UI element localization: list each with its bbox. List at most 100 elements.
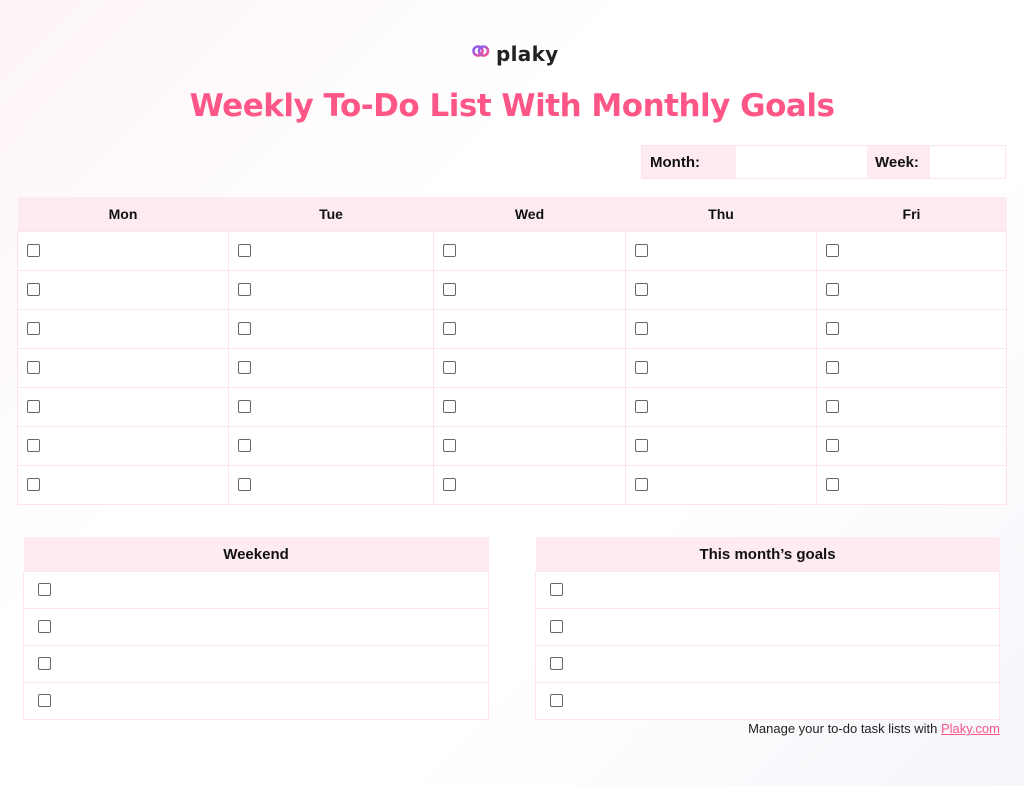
task-cell-tue[interactable] [228, 387, 434, 427]
goal-cell[interactable] [535, 571, 1000, 609]
week-field[interactable] [930, 146, 1005, 178]
month-field[interactable] [736, 146, 867, 178]
task-cell-fri[interactable] [816, 231, 1007, 271]
checkbox[interactable] [550, 620, 563, 634]
task-cell-thu[interactable] [625, 465, 817, 505]
task-cell-thu[interactable] [625, 387, 817, 427]
page-title: Weekly To-Do List With Monthly Goals [189, 88, 835, 124]
checkbox[interactable] [550, 657, 563, 671]
checkbox[interactable] [443, 400, 456, 414]
weekend-task-cell[interactable] [23, 608, 489, 646]
task-cell-fri[interactable] [816, 270, 1007, 310]
checkbox[interactable] [238, 439, 251, 453]
task-cell-fri[interactable] [816, 426, 1007, 466]
checkbox[interactable] [550, 694, 563, 708]
task-cell-thu[interactable] [625, 426, 817, 466]
checkbox[interactable] [27, 283, 40, 297]
checkbox[interactable] [27, 478, 40, 492]
task-cell-mon[interactable] [17, 387, 229, 427]
task-cell-wed[interactable] [433, 231, 626, 271]
task-cell-tue[interactable] [228, 309, 434, 349]
task-cell-fri[interactable] [816, 348, 1007, 388]
checkbox[interactable] [826, 439, 839, 453]
checkbox[interactable] [443, 244, 456, 258]
checkbox[interactable] [635, 244, 648, 258]
footer-text: Manage your to-do task lists with [748, 721, 941, 736]
checkbox[interactable] [826, 400, 839, 414]
task-cell-tue[interactable] [228, 465, 434, 505]
checkbox[interactable] [238, 244, 251, 258]
goal-cell[interactable] [535, 608, 1000, 646]
task-cell-wed[interactable] [433, 465, 626, 505]
task-cell-wed[interactable] [433, 309, 626, 349]
weekend-header: Weekend [23, 537, 489, 572]
checkbox[interactable] [443, 283, 456, 297]
week-label: Week: [867, 146, 930, 178]
checkbox[interactable] [443, 478, 456, 492]
checkbox[interactable] [826, 283, 839, 297]
task-cell-mon[interactable] [17, 426, 229, 466]
task-cell-thu[interactable] [625, 231, 817, 271]
checkbox[interactable] [238, 283, 251, 297]
checkbox[interactable] [826, 361, 839, 375]
checkbox[interactable] [38, 694, 51, 708]
weekend-task-cell[interactable] [23, 571, 489, 609]
weekend-table: Weekend [23, 537, 489, 720]
checkbox[interactable] [635, 478, 648, 492]
task-cell-mon[interactable] [17, 231, 229, 271]
checkbox[interactable] [550, 583, 563, 597]
checkbox[interactable] [826, 244, 839, 258]
task-cell-tue[interactable] [228, 426, 434, 466]
checkbox[interactable] [443, 439, 456, 453]
checkbox[interactable] [27, 322, 40, 336]
checkbox[interactable] [238, 361, 251, 375]
day-header-fri: Fri [816, 197, 1007, 232]
task-row [17, 348, 1007, 388]
task-cell-wed[interactable] [433, 426, 626, 466]
task-cell-mon[interactable] [17, 348, 229, 388]
checkbox[interactable] [38, 657, 51, 671]
task-row [17, 270, 1007, 310]
task-cell-thu[interactable] [625, 270, 817, 310]
task-cell-fri[interactable] [816, 387, 1007, 427]
checkbox[interactable] [635, 439, 648, 453]
weekend-task-cell[interactable] [23, 645, 489, 683]
checkbox[interactable] [238, 400, 251, 414]
task-cell-mon[interactable] [17, 270, 229, 310]
checkbox[interactable] [38, 620, 51, 634]
checkbox[interactable] [38, 583, 51, 597]
task-cell-thu[interactable] [625, 309, 817, 349]
checkbox[interactable] [635, 283, 648, 297]
task-cell-tue[interactable] [228, 270, 434, 310]
task-cell-tue[interactable] [228, 231, 434, 271]
task-row [17, 465, 1007, 505]
checkbox[interactable] [27, 361, 40, 375]
task-cell-tue[interactable] [228, 348, 434, 388]
task-cell-mon[interactable] [17, 309, 229, 349]
checkbox[interactable] [635, 400, 648, 414]
checkbox[interactable] [238, 478, 251, 492]
checkbox[interactable] [27, 439, 40, 453]
task-cell-fri[interactable] [816, 465, 1007, 505]
goal-row [535, 571, 1000, 609]
checkbox[interactable] [635, 322, 648, 336]
task-cell-wed[interactable] [433, 387, 626, 427]
weekday-table: Mon Tue Wed Thu Fri [17, 197, 1007, 505]
checkbox[interactable] [238, 322, 251, 336]
checkbox[interactable] [27, 244, 40, 258]
task-cell-wed[interactable] [433, 270, 626, 310]
checkbox[interactable] [635, 361, 648, 375]
plaky-link[interactable]: Plaky.com [941, 721, 1000, 736]
task-cell-fri[interactable] [816, 309, 1007, 349]
goal-cell[interactable] [535, 645, 1000, 683]
checkbox[interactable] [443, 322, 456, 336]
checkbox[interactable] [826, 478, 839, 492]
checkbox[interactable] [826, 322, 839, 336]
weekend-task-cell[interactable] [23, 682, 489, 720]
checkbox[interactable] [27, 400, 40, 414]
checkbox[interactable] [443, 361, 456, 375]
goal-cell[interactable] [535, 682, 1000, 720]
task-cell-wed[interactable] [433, 348, 626, 388]
task-cell-thu[interactable] [625, 348, 817, 388]
task-cell-mon[interactable] [17, 465, 229, 505]
